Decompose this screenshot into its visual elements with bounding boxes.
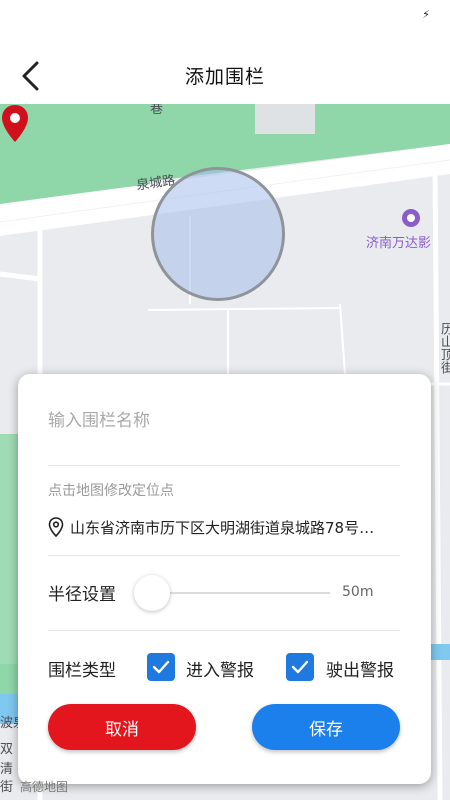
slider-thumb[interactable] [134, 575, 170, 611]
divider [48, 555, 400, 556]
map-label-lishan: 历山顶街 [438, 322, 450, 374]
status-bar: ⚡ [0, 0, 450, 40]
location-outline-icon [48, 517, 64, 537]
exit-alarm-label[interactable]: 驶出警报 [326, 656, 394, 681]
fence-type-label: 围栏类型 [48, 661, 116, 681]
map-label-left-4: 街 [0, 780, 14, 795]
add-fence-screen: ⚡ 添加围栏 巷 泉城路 济南万达影 历山顶街 波泉 双 清 街 输入围栏名称 … [0, 0, 450, 800]
map-label-road-top: 巷 [150, 104, 164, 117]
cancel-button[interactable]: 取消 [48, 704, 196, 750]
checkmark-icon [291, 660, 309, 674]
map-label-left-3: 清 [0, 762, 14, 777]
fence-name-input[interactable] [48, 406, 400, 436]
divider [48, 465, 400, 466]
exit-alarm-checkbox[interactable] [286, 653, 314, 681]
fence-radius-circle [151, 167, 285, 301]
enter-alarm-label[interactable]: 进入警报 [186, 656, 254, 681]
bolt-icon: ⚡ [422, 8, 430, 21]
save-button[interactable]: 保存 [252, 704, 400, 750]
address-text: 山东省济南市历下区大明湖街道泉城路78号… [70, 518, 375, 537]
enter-alarm-checkbox[interactable] [147, 653, 175, 681]
radius-value: 50m [342, 584, 374, 600]
address-row: 山东省济南市历下区大明湖街道泉城路78号… [48, 516, 400, 538]
slider-track [150, 592, 330, 594]
checkmark-icon [152, 660, 170, 674]
page-title: 添加围栏 [184, 66, 265, 88]
fence-form-card: 点击地图修改定位点 山东省济南市历下区大明湖街道泉城路78号… 半径设置 50m… [18, 374, 431, 784]
divider [48, 630, 400, 631]
header: 添加围栏 [0, 48, 450, 104]
map-attribution: 高德地图 [20, 780, 69, 794]
location-hint: 点击地图修改定位点 [48, 483, 174, 499]
location-pin-icon[interactable] [0, 104, 30, 144]
map-label-wanda[interactable]: 济南万达影 [366, 232, 431, 251]
radius-label: 半径设置 [48, 585, 116, 605]
radius-slider[interactable] [134, 575, 330, 611]
map-label-left-2: 双 [0, 742, 14, 757]
